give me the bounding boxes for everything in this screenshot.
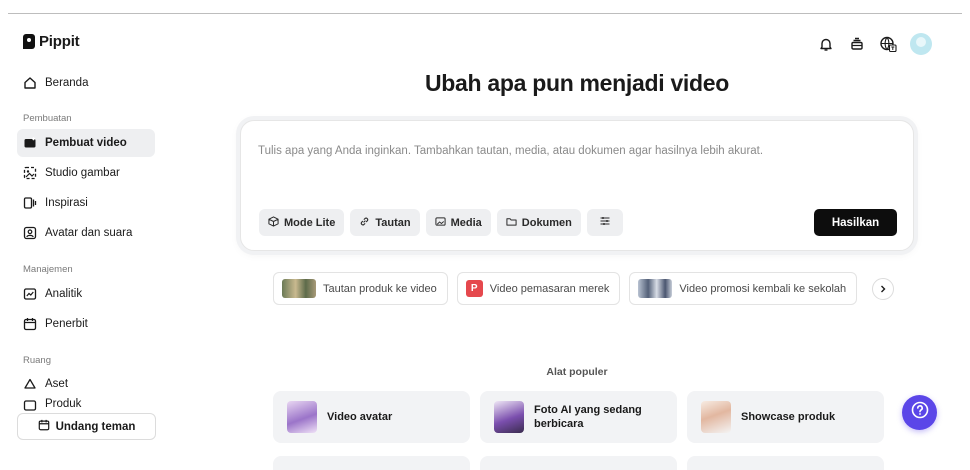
popular-tools-grid: Video avatar Foto AI yang sedang berbica… xyxy=(273,391,884,443)
sidebar-item-label: Beranda xyxy=(45,77,89,89)
suggestion-row: Tautan produk ke video P Video pemasaran… xyxy=(273,272,895,305)
document-label: Dokumen xyxy=(521,216,572,229)
cloud-icon xyxy=(23,377,37,391)
sidebar-item-beranda[interactable]: Beranda xyxy=(17,69,155,97)
prompt-card: Tulis apa yang Anda inginkan. Tambahkan … xyxy=(240,120,914,251)
popular-tools-heading: Alat populer xyxy=(546,366,608,378)
section-label-manajemen: Manajemen xyxy=(23,264,73,275)
tool-label: Showcase produk xyxy=(741,411,836,423)
sidebar-item-label: Avatar dan suara xyxy=(45,227,133,239)
tool-label: Foto AI yang sedang berbicara xyxy=(534,403,642,431)
sidebar-item-label: Inspirasi xyxy=(45,197,88,209)
sidebar-item-pembuat-video[interactable]: Pembuat video xyxy=(17,129,155,157)
sidebar-item-label: Aset xyxy=(45,378,69,390)
media-label: Media xyxy=(450,216,482,229)
sidebar-item-avatar-dan-suara[interactable]: Avatar dan suara xyxy=(17,219,155,247)
inspiration-icon xyxy=(23,196,37,210)
sidebar-item-studio-gambar[interactable]: Studio gambar xyxy=(17,159,155,187)
avatar-voice-icon xyxy=(23,226,37,240)
stack-icon[interactable] xyxy=(848,35,866,53)
prompt-input[interactable]: Tulis apa yang Anda inginkan. Tambahkan … xyxy=(258,145,763,157)
product-icon xyxy=(23,398,37,412)
logo[interactable]: Pippit xyxy=(23,33,80,50)
suggestion-chip[interactable]: Tautan produk ke video xyxy=(273,272,448,305)
tool-card-product-showcase[interactable]: Showcase produk xyxy=(687,391,884,443)
section-label-ruang: Ruang xyxy=(23,355,51,366)
popular-tools-next-row xyxy=(273,456,884,470)
suggestion-chip[interactable]: Video promosi kembali ke sekolah xyxy=(629,272,858,305)
user-avatar[interactable] xyxy=(910,33,932,55)
brand-badge: P xyxy=(465,280,483,297)
sidebar-item-label: Studio gambar xyxy=(45,167,120,179)
header-actions xyxy=(817,33,932,55)
section-label-pembuatan: Pembuatan xyxy=(23,113,72,124)
tool-card-video-avatar[interactable]: Video avatar xyxy=(273,391,470,443)
logo-text: Pippit xyxy=(39,33,80,50)
cube-icon xyxy=(268,215,279,230)
folder-icon xyxy=(506,216,517,230)
sidebar-item-label: Penerbit xyxy=(45,318,88,330)
tool-card-partial[interactable] xyxy=(687,456,884,470)
media-button[interactable]: Media xyxy=(425,209,491,236)
pippit-logo-icon xyxy=(23,34,35,49)
invite-friends-button[interactable]: Undang teman xyxy=(17,413,156,440)
suggestion-label: Video pemasaran merek xyxy=(489,282,610,295)
sidebar-item-label: Produk xyxy=(45,398,82,410)
sidebar-item-analitik[interactable]: Analitik xyxy=(17,280,155,308)
suggestion-thumbnail xyxy=(638,279,673,298)
mode-lite-button[interactable]: Mode Lite xyxy=(259,209,345,236)
tool-label-line1: Foto AI yang sedang xyxy=(534,404,642,416)
suggestion-chip[interactable]: P Video pemasaran merek xyxy=(456,272,621,305)
tool-thumbnail xyxy=(287,401,317,433)
tool-card-partial[interactable] xyxy=(480,456,677,470)
sidebar-item-aset[interactable]: Aset xyxy=(17,370,155,398)
mode-lite-label: Mode Lite xyxy=(284,216,336,229)
next-suggestions-button[interactable] xyxy=(872,277,895,300)
tool-thumbnail xyxy=(494,401,524,433)
suggestion-label: Video promosi kembali ke sekolah xyxy=(679,282,847,295)
tool-label: Video avatar xyxy=(327,411,393,423)
bell-icon[interactable] xyxy=(817,35,835,53)
image-icon xyxy=(435,216,446,230)
link-icon xyxy=(359,216,370,230)
sidebar-item-label: Pembuat video xyxy=(45,137,127,149)
page-title: Ubah apa pun menjadi video xyxy=(424,70,730,96)
settings-sliders-icon xyxy=(599,215,611,230)
tool-label-line2: berbicara xyxy=(534,418,584,430)
sidebar-item-label: Analitik xyxy=(45,288,83,300)
link-button[interactable]: Tautan xyxy=(350,209,420,236)
suggestion-label: Tautan produk ke video xyxy=(323,282,437,295)
tool-card-talking-photo[interactable]: Foto AI yang sedang berbicara xyxy=(480,391,677,443)
calendar-icon xyxy=(23,317,37,331)
analytics-icon xyxy=(23,287,37,301)
link-label: Tautan xyxy=(375,216,411,229)
chevron-right-icon xyxy=(879,282,887,296)
invite-calendar-icon xyxy=(38,419,50,434)
video-create-icon xyxy=(23,136,37,150)
suggestion-thumbnail xyxy=(282,279,316,298)
sidebar: Pippit Beranda Pembuatan Pembuat video S… xyxy=(0,14,166,470)
settings-button[interactable] xyxy=(586,209,623,236)
document-button[interactable]: Dokumen xyxy=(496,209,581,236)
prompt-toolbar: Mode Lite Tautan Media Dokumen xyxy=(259,209,623,236)
question-icon xyxy=(910,400,930,425)
help-button[interactable] xyxy=(902,395,937,430)
sidebar-item-produk[interactable]: Produk xyxy=(17,398,155,412)
sidebar-item-penerbit[interactable]: Penerbit xyxy=(17,310,155,338)
tool-thumbnail xyxy=(701,401,731,433)
image-studio-icon xyxy=(23,166,37,180)
invite-label: Undang teman xyxy=(55,420,136,433)
globe-language-icon[interactable] xyxy=(879,35,897,53)
generate-button[interactable]: Hasilkan xyxy=(814,209,897,236)
home-icon xyxy=(23,76,37,90)
sidebar-item-inspirasi[interactable]: Inspirasi xyxy=(17,189,155,217)
tool-card-partial[interactable] xyxy=(273,456,470,470)
